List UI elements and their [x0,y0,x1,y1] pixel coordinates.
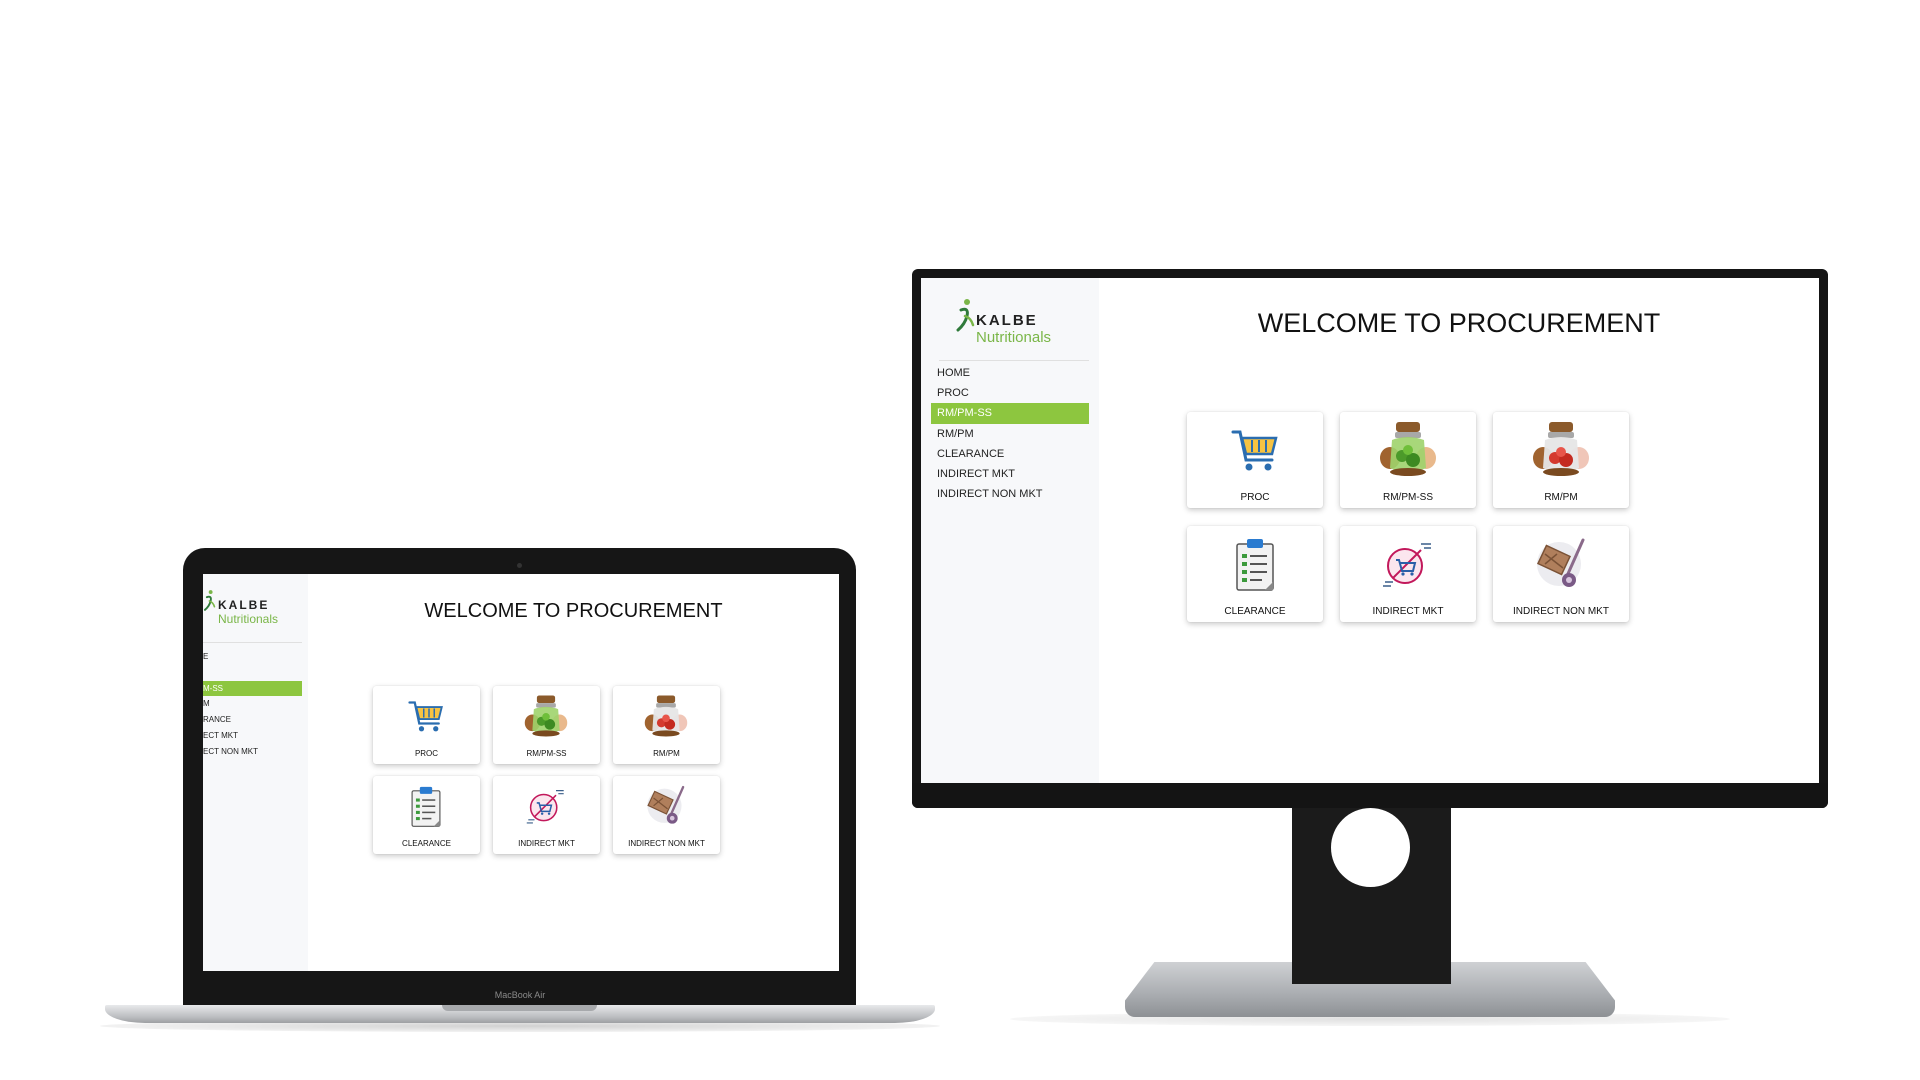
sidebar-item-home[interactable]: E [203,650,302,664]
card-label: RM/PM [1544,492,1578,503]
procurement-app-laptop: KALBE Nutritionals E M-SS M RANCE ECT MK… [203,574,839,971]
card-indirect-mkt[interactable]: INDIRECT MKT [1340,526,1476,622]
card-label: PROC [414,749,439,758]
sidebar-item-label: M [203,699,210,708]
sidebar-item-label: PROC [937,387,969,399]
card-clearance[interactable]: CLEARANCE [373,776,480,854]
cart-badge-icon [1383,543,1431,587]
logo-kalbe-text: KALBE [976,312,1038,329]
shopping-cart-icon [408,701,443,732]
sidebar-item-label: INDIRECT MKT [937,468,1016,480]
sidebar-item-label: RM/PM [937,428,974,440]
sidebar-item-indirect-non-mkt[interactable]: ECT NON MKT [203,745,302,759]
procurement-app: KALBE Nutritionals HOME PROC RM/PM-SS RM… [921,278,1819,783]
laptop-brand-label: MacBook Air [494,990,546,1000]
card-proc[interactable]: PROC [373,686,480,764]
hand-truck-icon [647,785,685,824]
sidebar-item-label: HOME [937,367,970,379]
logo-nutritionals-text: Nutritionals [218,612,279,626]
card-label: CLEARANCE [402,839,451,848]
card-rm-pm[interactable]: RM/PM [613,686,720,764]
card-rm-pm[interactable]: RM/PM [1493,412,1629,508]
page-title: WELCOME TO PROCUREMENT [424,600,723,622]
card-label: RM/PM-SS [526,749,567,758]
laptop-notch [442,1005,597,1011]
card-proc[interactable]: PROC [1187,412,1323,508]
sidebar-item-clearance[interactable]: RANCE [203,713,302,727]
card-label: RM/PM [653,749,680,758]
sidebar-item-indirect-mkt[interactable]: INDIRECT MKT [931,464,1089,484]
sidebar-item-label: CLEARANCE [937,448,1005,460]
sidebar-item-rm-pm-ss[interactable]: RM/PM-SS [931,403,1089,424]
sidebar-item-label: E [203,652,209,661]
logo-figure-icon [956,299,975,332]
cart-badge-icon [526,790,564,824]
sidebar-divider [203,642,302,643]
sidebar-item-label: ECT NON MKT [203,747,258,756]
logo-nutritionals-text: Nutritionals [976,329,1052,346]
monitor-chin [912,783,1828,808]
card-label: RM/PM-SS [1383,492,1433,503]
sidebar-nav: HOME PROC RM/PM-SS RM/PM CLEARANCE INDIR… [931,358,1089,538]
sidebar-item-label: RANCE [203,715,232,724]
kalbe-logo: KALBE Nutritionals [203,588,303,628]
card-rm-pm-ss[interactable]: RM/PM-SS [493,686,600,764]
clipboard-checklist-icon [411,786,441,827]
sidebar: KALBE Nutritionals HOME PROC RM/PM-SS RM… [921,278,1099,783]
sidebar-item-rm-pm-ss[interactable]: M-SS [203,681,302,696]
card-label: INDIRECT NON MKT [628,839,705,848]
green-jar-icon [524,695,568,737]
red-jar-icon [1533,422,1589,476]
sidebar-item-rm-pm[interactable]: M [203,697,302,711]
laptop-camera [517,563,522,568]
card-indirect-mkt[interactable]: INDIRECT MKT [493,776,600,854]
sidebar-item-indirect-non-mkt[interactable]: INDIRECT NON MKT [931,484,1089,504]
sidebar-nav: E M-SS M RANCE ECT MKT ECT NON MKT [203,650,302,756]
monitor-screen: KALBE Nutritionals HOME PROC RM/PM-SS RM… [921,278,1819,783]
sidebar-item-label: ECT MKT [203,731,238,740]
sidebar-item-clearance[interactable]: CLEARANCE [931,444,1089,464]
red-jar-icon [644,695,688,737]
green-jar-icon [1380,422,1436,476]
sidebar-item-indirect-mkt[interactable]: ECT MKT [203,729,302,743]
card-label: CLEARANCE [1224,606,1286,617]
sidebar-item-label: RM/PM-SS [937,407,992,419]
logo-kalbe-text: KALBE [218,598,270,612]
sidebar-item-label: INDIRECT NON MKT [937,488,1043,500]
card-clearance[interactable]: CLEARANCE [1187,526,1323,622]
sidebar: KALBE Nutritionals E M-SS M RANCE ECT MK… [203,574,308,971]
card-label: INDIRECT MKT [1372,606,1444,617]
sidebar-item-home[interactable]: HOME [931,363,1089,383]
hand-truck-icon [1536,538,1585,587]
card-label: PROC [1240,492,1270,503]
card-indirect-non-mkt[interactable]: INDIRECT NON MKT [1493,526,1629,622]
sidebar-item-proc[interactable]: PROC [931,383,1089,403]
sidebar-item-rm-pm[interactable]: RM/PM [931,424,1089,444]
laptop-screen: KALBE Nutritionals E M-SS M RANCE ECT MK… [203,574,839,971]
page-title: WELCOME TO PROCUREMENT [1257,308,1661,338]
card-label: INDIRECT MKT [518,839,575,848]
shopping-cart-icon [1231,430,1278,471]
logo-figure-icon [203,590,216,611]
monitor-stand-cable-hole [1331,808,1410,887]
card-label: INDIRECT NON MKT [1513,606,1609,617]
clipboard-checklist-icon [1236,539,1274,591]
sidebar-item-label: M-SS [203,684,223,693]
kalbe-logo: KALBE Nutritionals [955,298,1075,348]
card-indirect-non-mkt[interactable]: INDIRECT NON MKT [613,776,720,854]
card-rm-pm-ss[interactable]: RM/PM-SS [1340,412,1476,508]
